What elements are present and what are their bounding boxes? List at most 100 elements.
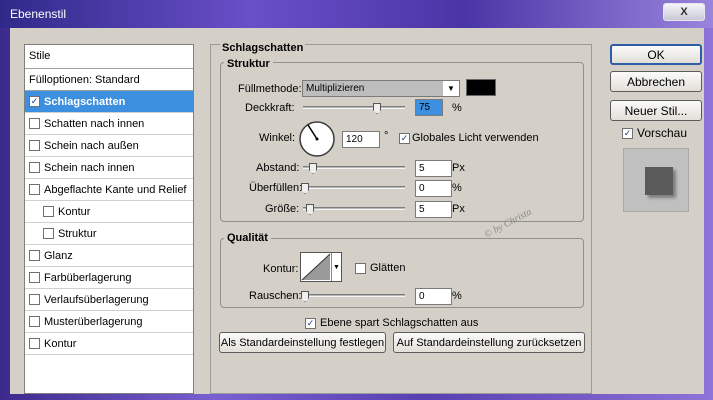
style-item-label: Kontur bbox=[44, 337, 77, 350]
make-default-button[interactable]: Als Standardeinstellung festlegen bbox=[219, 332, 386, 353]
opacity-value: 75 bbox=[419, 102, 431, 113]
size-input[interactable]: 5 bbox=[415, 201, 452, 218]
style-item-label: Schein nach innen bbox=[44, 161, 135, 174]
struktur-title: Struktur bbox=[224, 58, 273, 70]
style-item[interactable]: Schatten nach innen bbox=[25, 113, 193, 135]
noise-label: Rauschen: bbox=[249, 290, 302, 302]
layer-knocks-out-label: Ebene spart Schlagschatten aus bbox=[320, 317, 479, 329]
style-item-checkbox[interactable] bbox=[29, 140, 40, 151]
window-title: Ebenenstil bbox=[10, 7, 67, 21]
distance-unit: Px bbox=[452, 162, 465, 174]
title-bar[interactable]: Ebenenstil X bbox=[0, 0, 713, 28]
style-item[interactable]: Schein nach außen bbox=[25, 135, 193, 157]
style-item-checkbox[interactable] bbox=[29, 250, 40, 261]
anti-aliased-checkbox[interactable] bbox=[355, 263, 366, 274]
cancel-button[interactable]: Abbrechen bbox=[610, 71, 702, 92]
reset-default-button[interactable]: Auf Standardeinstellung zurücksetzen bbox=[393, 332, 585, 353]
style-item-label: Verlaufsüberlagerung bbox=[44, 293, 149, 306]
contour-label: Kontur: bbox=[263, 263, 299, 275]
style-item[interactable]: Glanz bbox=[25, 245, 193, 267]
style-item[interactable]: Fülloptionen: Standard bbox=[25, 69, 193, 91]
noise-unit: % bbox=[452, 290, 462, 302]
new-style-label: Neuer Stil... bbox=[624, 103, 688, 118]
spread-label: Überfüllen: bbox=[249, 182, 303, 194]
style-item[interactable]: Struktur bbox=[25, 223, 193, 245]
angle-input[interactable]: 120 bbox=[342, 131, 380, 148]
blend-mode-value: Multiplizieren bbox=[306, 83, 365, 94]
style-item-checkbox[interactable] bbox=[29, 118, 40, 129]
style-item-label: Musterüberlagerung bbox=[44, 315, 143, 328]
global-light-label: Globales Licht verwenden bbox=[412, 132, 539, 144]
spread-slider[interactable] bbox=[303, 186, 405, 189]
spread-input[interactable]: 0 bbox=[415, 180, 452, 197]
angle-value: 120 bbox=[346, 134, 363, 145]
style-item[interactable]: Musterüberlagerung bbox=[25, 311, 193, 333]
distance-slider[interactable] bbox=[303, 166, 405, 169]
style-item-checkbox[interactable] bbox=[29, 184, 40, 195]
spread-value: 0 bbox=[419, 183, 425, 194]
style-item-checkbox[interactable] bbox=[43, 206, 54, 217]
style-item[interactable]: Farbüberlagerung bbox=[25, 267, 193, 289]
ok-button[interactable]: OK bbox=[610, 44, 702, 65]
layer-knocks-out-checkbox[interactable]: ✓ bbox=[305, 318, 316, 329]
size-unit: Px bbox=[452, 203, 465, 215]
contour-picker[interactable]: ▼ bbox=[300, 252, 342, 282]
style-item[interactable]: Kontur bbox=[25, 201, 193, 223]
style-item-label: Schatten nach innen bbox=[44, 117, 145, 130]
reset-default-label: Auf Standardeinstellung zurücksetzen bbox=[396, 336, 582, 349]
size-value: 5 bbox=[419, 204, 425, 215]
distance-value: 5 bbox=[419, 163, 425, 174]
ok-label: OK bbox=[647, 47, 665, 62]
style-item[interactable]: Verlaufsüberlagerung bbox=[25, 289, 193, 311]
blend-mode-dropdown[interactable]: Multiplizieren ▼ bbox=[302, 80, 460, 97]
panel-title: Schlagschatten bbox=[220, 42, 306, 54]
opacity-unit: % bbox=[452, 102, 462, 114]
chevron-down-icon: ▼ bbox=[443, 81, 459, 96]
style-item-checkbox[interactable] bbox=[43, 228, 54, 239]
size-slider[interactable] bbox=[303, 207, 405, 210]
style-item[interactable]: Abgeflachte Kante und Relief bbox=[25, 179, 193, 201]
style-item-checkbox[interactable]: ✓ bbox=[29, 96, 40, 107]
style-item-checkbox[interactable] bbox=[29, 272, 40, 283]
contour-curve-icon bbox=[301, 253, 331, 281]
style-item[interactable]: ✓ Schlagschatten bbox=[25, 91, 193, 113]
style-item-label: Glanz bbox=[44, 249, 73, 262]
style-item-label: Struktur bbox=[58, 227, 97, 240]
quality-title: Qualität bbox=[224, 232, 271, 244]
noise-slider[interactable] bbox=[303, 294, 405, 297]
distance-label: Abstand: bbox=[256, 162, 300, 174]
style-item-label: Farbüberlagerung bbox=[44, 271, 132, 284]
opacity-input[interactable]: 75 bbox=[415, 99, 443, 116]
style-item-checkbox[interactable] bbox=[29, 338, 40, 349]
opacity-slider[interactable] bbox=[303, 106, 405, 109]
noise-input[interactable]: 0 bbox=[415, 288, 452, 305]
new-style-button[interactable]: Neuer Stil... bbox=[610, 100, 702, 121]
shadow-color-swatch[interactable] bbox=[466, 79, 496, 96]
style-item[interactable]: Schein nach innen bbox=[25, 157, 193, 179]
noise-value: 0 bbox=[419, 291, 425, 302]
close-button[interactable]: X bbox=[663, 3, 705, 21]
blend-mode-label: Füllmethode: bbox=[238, 83, 302, 95]
preview-label: Vorschau bbox=[637, 126, 688, 140]
global-light-checkbox[interactable]: ✓ bbox=[399, 133, 410, 144]
preview-checkbox[interactable]: ✓ bbox=[622, 128, 633, 139]
styles-header[interactable]: Stile bbox=[25, 45, 193, 69]
style-preview bbox=[623, 148, 689, 212]
anti-aliased-label: Glätten bbox=[370, 262, 406, 274]
cancel-label: Abbrechen bbox=[626, 74, 686, 89]
style-item-checkbox[interactable] bbox=[29, 316, 40, 327]
style-item-label: Schein nach außen bbox=[44, 139, 139, 152]
window: Ebenenstil X Stile Fülloptionen: Standar… bbox=[0, 0, 713, 400]
preview-swatch bbox=[645, 167, 673, 195]
style-item-label: Fülloptionen: Standard bbox=[29, 73, 140, 86]
style-item-checkbox[interactable] bbox=[29, 294, 40, 305]
spread-unit: % bbox=[452, 182, 462, 194]
angle-dial[interactable] bbox=[297, 119, 337, 159]
size-label: Größe: bbox=[265, 203, 300, 215]
angle-unit: ° bbox=[384, 130, 389, 142]
distance-input[interactable]: 5 bbox=[415, 160, 452, 177]
style-item[interactable]: Kontur bbox=[25, 333, 193, 355]
style-item-checkbox[interactable] bbox=[29, 162, 40, 173]
opacity-label: Deckkraft: bbox=[245, 102, 295, 114]
chevron-down-icon[interactable]: ▼ bbox=[331, 253, 341, 281]
